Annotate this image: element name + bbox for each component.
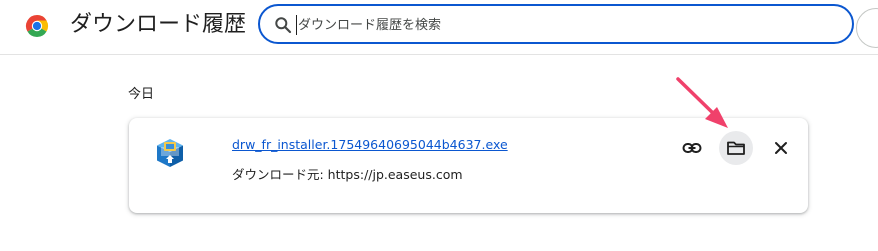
chrome-logo-icon <box>25 14 49 38</box>
page-title: ダウンロード履歴 <box>70 12 247 37</box>
search-input[interactable] <box>298 12 818 38</box>
copy-link-button[interactable] <box>675 131 709 165</box>
show-in-folder-button[interactable] <box>719 131 753 165</box>
annotation-arrow-icon <box>676 77 728 128</box>
text-cursor <box>296 15 297 35</box>
downloads-page: ダウンロード履歴 今日 drw_fr_installer.17549640695… <box>0 0 878 251</box>
close-icon <box>775 142 787 154</box>
partial-round-button[interactable] <box>856 8 878 48</box>
date-group-label: 今日 <box>128 87 155 102</box>
remove-button[interactable] <box>764 131 798 165</box>
header-bar: ダウンロード履歴 <box>0 0 878 55</box>
search-box[interactable] <box>258 4 854 44</box>
file-name-link[interactable]: drw_fr_installer.17549640695044b4637.exe <box>232 137 508 152</box>
search-icon <box>275 17 292 34</box>
download-source-text: ダウンロード元: https://jp.easeus.com <box>232 167 463 182</box>
folder-icon <box>727 141 745 155</box>
link-icon <box>682 143 702 153</box>
installer-file-icon <box>157 139 183 167</box>
